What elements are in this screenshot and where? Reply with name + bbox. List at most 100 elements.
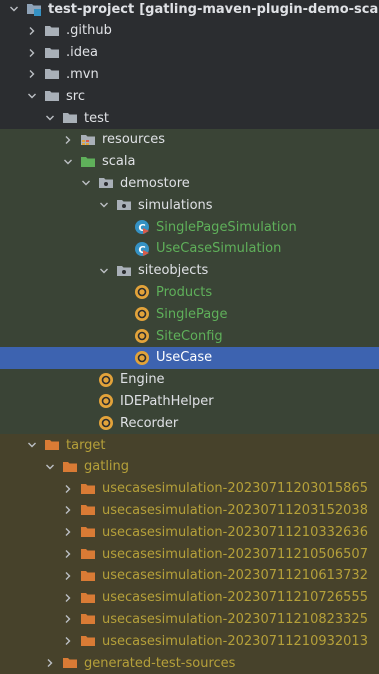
module-name: [gatling-maven-plugin-demo-scala] <box>139 1 379 17</box>
chevron-right-icon[interactable] <box>62 483 74 495</box>
folder-icon <box>44 23 60 39</box>
tree-node-label: usecasesimulation-20230711210332636 <box>102 524 368 540</box>
chevron-down-icon[interactable] <box>26 90 38 102</box>
chevron-right-icon[interactable] <box>62 526 74 538</box>
tree-node-label: UseCaseSimulation <box>156 241 282 257</box>
tree-node-singlepagesimulation[interactable]: C SinglePageSimulation <box>0 216 379 238</box>
tree-node-usecase[interactable]: UseCase <box>0 346 379 369</box>
chevron-right-icon[interactable] <box>26 68 38 80</box>
tree-node-mvn[interactable]: .mvn <box>0 63 379 85</box>
resources-folder-icon <box>80 132 96 148</box>
tree-node-label: usecasesimulation-20230711210823325 <box>102 611 368 627</box>
tree-node-label: .idea <box>66 45 98 61</box>
tree-node-github[interactable]: .github <box>0 20 379 42</box>
scala-class-icon: C <box>134 219 150 235</box>
tree-node-usecasesimulation[interactable]: C UseCaseSimulation <box>0 237 379 260</box>
tree-node-label: SiteConfig <box>156 328 223 344</box>
folder-icon <box>44 66 60 82</box>
tree-node-generated-test-sources[interactable]: generated-test-sources <box>0 652 379 674</box>
tree-node-gatling[interactable]: gatling <box>0 455 379 478</box>
tree-node-label: Recorder <box>120 415 179 431</box>
chevron-right-icon[interactable] <box>62 613 74 625</box>
object-icon <box>134 306 150 322</box>
tree-node-label: .github <box>66 23 112 39</box>
chevron-right-icon[interactable] <box>26 47 38 59</box>
package-icon <box>116 197 132 213</box>
tree-node-idea[interactable]: .idea <box>0 42 379 64</box>
tree-node-products[interactable]: Products <box>0 281 379 304</box>
tree-node-label: scala <box>102 154 136 170</box>
excluded-folder-icon <box>80 590 96 606</box>
tree-node-run-4[interactable]: usecasesimulation-20230711210506507 <box>0 543 379 565</box>
tree-node-idepathhelper[interactable]: IDEPathHelper <box>0 390 379 413</box>
excluded-folder-icon <box>80 502 96 518</box>
tree-node-run-3[interactable]: usecasesimulation-20230711210332636 <box>0 521 379 544</box>
chevron-down-icon[interactable] <box>44 112 56 124</box>
tree-node-label: usecasesimulation-20230711210932013 <box>102 633 368 649</box>
chevron-down-icon[interactable] <box>80 177 92 189</box>
excluded-folder-icon <box>80 568 96 584</box>
tree-node-run-2[interactable]: usecasesimulation-20230711203152038 <box>0 499 379 522</box>
tree-node-target[interactable]: target <box>0 434 379 456</box>
tree-node-test[interactable]: test <box>0 107 379 129</box>
chevron-down-icon[interactable] <box>8 3 20 15</box>
tree-node-run-6[interactable]: usecasesimulation-20230711210726555 <box>0 586 379 609</box>
tree-node-label: usecasesimulation-20230711203152038 <box>102 502 368 518</box>
chevron-down-icon[interactable] <box>62 156 74 168</box>
tree-node-label: target <box>66 437 106 453</box>
project-icon <box>26 1 42 17</box>
excluded-folder-icon <box>62 459 78 475</box>
tree-node-test-project[interactable]: test-project [gatling-maven-plugin-demo-s… <box>0 0 379 20</box>
tree-node-label: SinglePageSimulation <box>156 219 297 235</box>
tree-node-label: test-project <box>48 1 135 17</box>
chevron-right-icon[interactable] <box>26 25 38 37</box>
tree-node-label: test <box>84 110 109 126</box>
tree-node-run-5[interactable]: usecasesimulation-20230711210613732 <box>0 564 379 587</box>
package-icon <box>116 263 132 279</box>
chevron-right-icon[interactable] <box>44 657 56 669</box>
tree-node-siteobjects[interactable]: siteobjects <box>0 259 379 282</box>
chevron-down-icon[interactable] <box>98 199 110 211</box>
tree-node-demostore[interactable]: demostore <box>0 172 379 195</box>
chevron-right-icon[interactable] <box>62 635 74 647</box>
tree-node-src[interactable]: src <box>0 85 379 107</box>
tree-node-engine[interactable]: Engine <box>0 368 379 391</box>
excluded-folder-icon <box>80 546 96 562</box>
chevron-right-icon[interactable] <box>62 570 74 582</box>
chevron-right-icon[interactable] <box>62 592 74 604</box>
tree-node-label: Engine <box>120 372 165 388</box>
tree-node-run-1[interactable]: usecasesimulation-20230711203015865 <box>0 477 379 500</box>
tree-node-label: gatling <box>84 459 130 475</box>
chevron-down-icon[interactable] <box>44 461 56 473</box>
test-source-folder-icon <box>80 154 96 170</box>
tree-node-siteconfig[interactable]: SiteConfig <box>0 325 379 347</box>
tree-node-label: .mvn <box>66 66 99 82</box>
tree-node-singlepage[interactable]: SinglePage <box>0 303 379 326</box>
chevron-down-icon[interactable] <box>26 439 38 451</box>
tree-node-label: simulations <box>138 197 213 213</box>
tree-node-label: usecasesimulation-20230711210726555 <box>102 590 368 606</box>
chevron-right-icon[interactable] <box>62 134 74 146</box>
tree-node-simulations[interactable]: simulations <box>0 194 379 217</box>
tree-node-label: Products <box>156 284 213 300</box>
excluded-folder-icon <box>80 611 96 627</box>
tree-node-label: generated-test-sources <box>84 655 236 671</box>
object-icon <box>98 415 114 431</box>
tree-node-resources[interactable]: resources <box>0 128 379 151</box>
tree-node-scala[interactable]: scala <box>0 150 379 173</box>
tree-node-label: demostore <box>120 175 190 191</box>
chevron-right-icon[interactable] <box>62 504 74 516</box>
chevron-down-icon[interactable] <box>98 265 110 277</box>
tree-node-run-8[interactable]: usecasesimulation-20230711210932013 <box>0 630 379 653</box>
chevron-right-icon[interactable] <box>62 548 74 560</box>
excluded-folder-icon <box>44 437 60 453</box>
object-icon <box>98 393 114 409</box>
tree-node-run-7[interactable]: usecasesimulation-20230711210823325 <box>0 608 379 631</box>
tree-node-recorder[interactable]: Recorder <box>0 412 379 435</box>
